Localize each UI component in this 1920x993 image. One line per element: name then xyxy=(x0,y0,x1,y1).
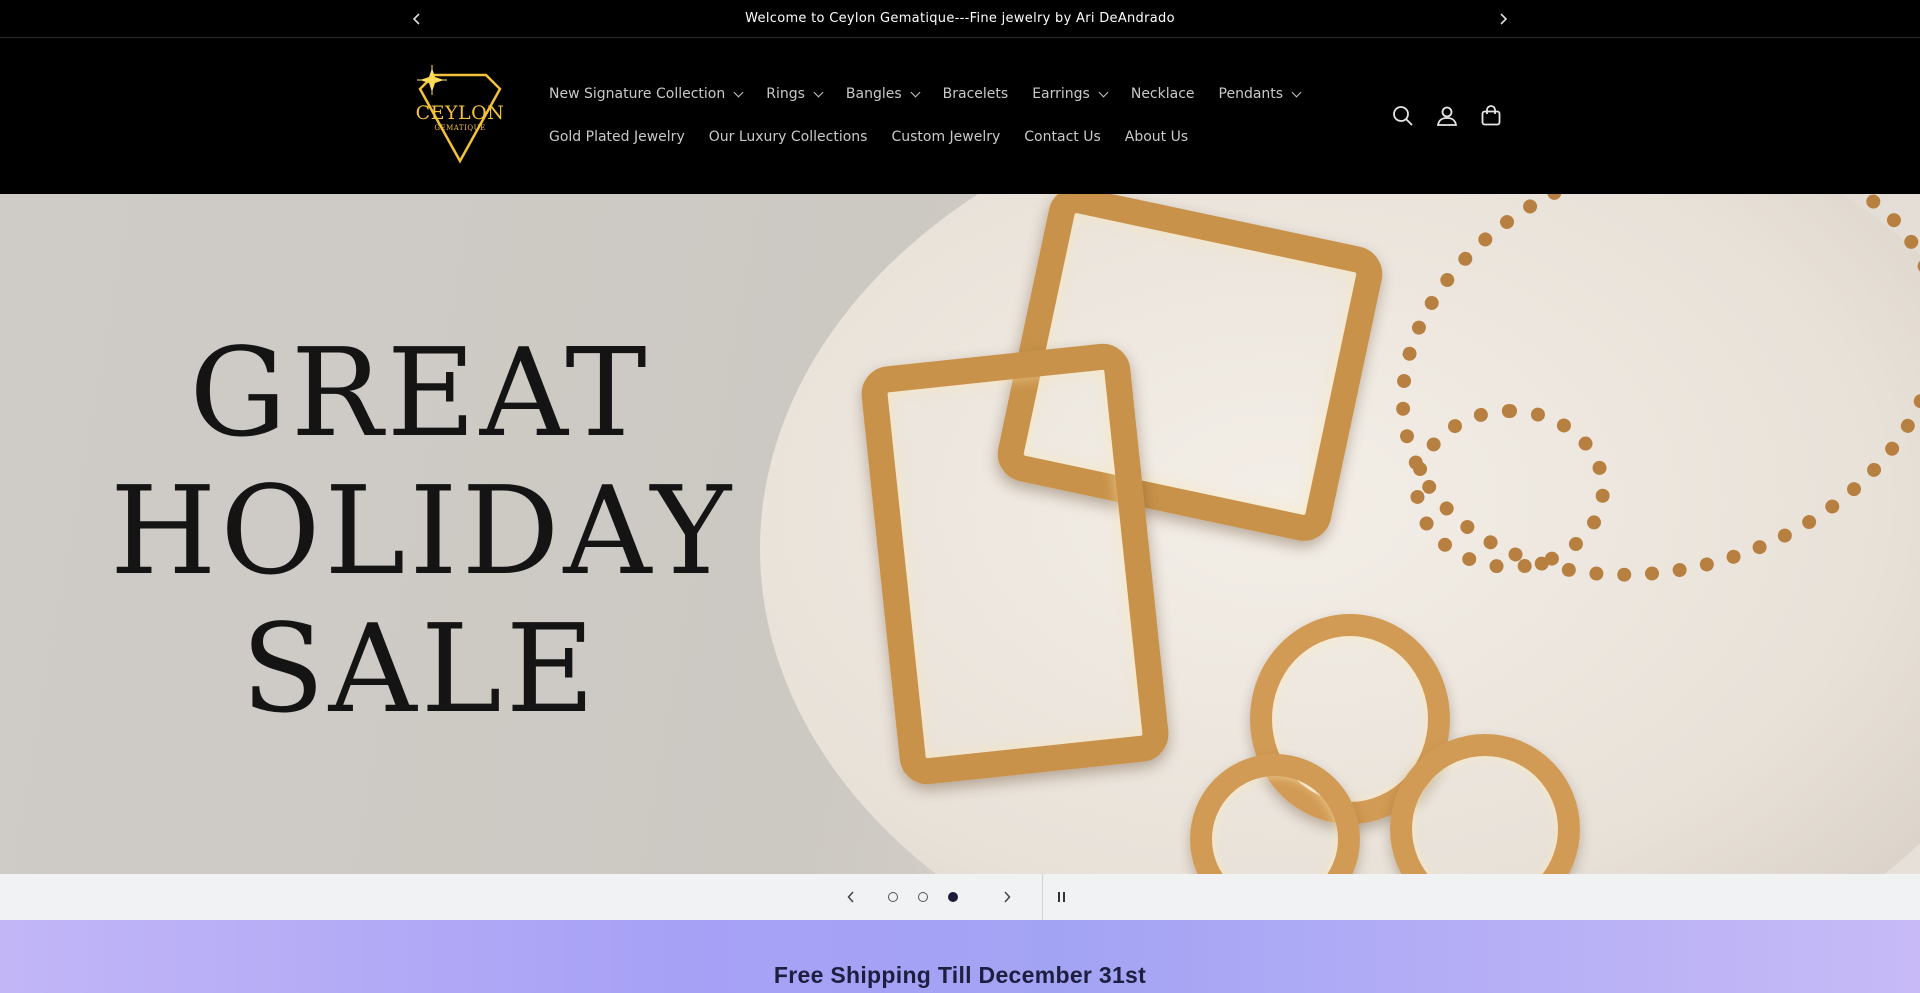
cart-button[interactable] xyxy=(1478,103,1504,129)
nav-label: Bracelets xyxy=(942,86,1009,102)
nav-label: About Us xyxy=(1124,129,1189,145)
nav-pendants[interactable]: Pendants xyxy=(1218,85,1302,103)
slide-next-button[interactable] xyxy=(996,886,1018,908)
nav-label: Necklace xyxy=(1130,86,1195,102)
search-icon xyxy=(1393,106,1413,126)
chevron-down-icon xyxy=(1291,87,1302,97)
slider-divider xyxy=(1042,874,1043,920)
nav-bracelets[interactable]: Bracelets xyxy=(943,85,1009,103)
chevron-down-icon xyxy=(910,87,921,97)
announcement-prev-button[interactable] xyxy=(406,8,428,30)
hero-chain-loop-image xyxy=(1410,404,1610,574)
nav-label: Contact Us xyxy=(1024,129,1101,145)
nav-rings[interactable]: Rings xyxy=(766,85,824,103)
chevron-right-icon xyxy=(1004,891,1011,903)
chevron-down-icon xyxy=(813,87,824,97)
nav-contact-us[interactable]: Contact Us xyxy=(1024,128,1100,146)
pause-icon xyxy=(1062,892,1065,902)
nav-our-luxury-collections[interactable]: Our Luxury Collections xyxy=(709,128,868,146)
announcement-next-button[interactable] xyxy=(1492,8,1514,30)
chevron-left-icon xyxy=(412,13,420,25)
slide-dot-3[interactable] xyxy=(948,892,958,902)
nav-about-us[interactable]: About Us xyxy=(1125,128,1188,146)
slideshow-pause-button[interactable] xyxy=(1052,888,1070,906)
main-nav-row-1: New Signature Collection Rings Bangles B… xyxy=(549,85,1324,103)
slide-dot-2[interactable] xyxy=(918,892,928,902)
chevron-down-icon xyxy=(733,87,744,97)
nav-custom-jewelry[interactable]: Custom Jewelry xyxy=(891,128,1000,146)
hero-line: HOLIDAY xyxy=(110,460,736,602)
logo[interactable]: CEYLON GEMATIQUE xyxy=(410,65,510,167)
nav-necklace[interactable]: Necklace xyxy=(1131,85,1195,103)
header-icons xyxy=(1390,103,1522,129)
nav-bangles[interactable]: Bangles xyxy=(845,85,921,103)
cart-icon xyxy=(1481,105,1501,126)
nav-label: Gold Plated Jewelry xyxy=(549,129,685,145)
hero-headline: GREAT HOLIDAY SALE xyxy=(110,322,736,740)
search-button[interactable] xyxy=(1390,103,1416,129)
hero-earring-image xyxy=(858,341,1172,787)
account-icon xyxy=(1436,106,1458,126)
site-header: CEYLON GEMATIQUE New Signature Collectio… xyxy=(0,39,1920,194)
nav-gold-plated-jewelry[interactable]: Gold Plated Jewelry xyxy=(549,128,685,146)
announcement-text: Welcome to Ceylon Gematique---Fine jewel… xyxy=(745,11,1175,26)
hero-slide[interactable]: GREAT HOLIDAY SALE xyxy=(0,194,1920,874)
chevron-left-icon xyxy=(847,891,854,903)
nav-label: New Signature Collection xyxy=(549,86,726,102)
announcement-bar: Welcome to Ceylon Gematique---Fine jewel… xyxy=(0,0,1920,38)
nav-earrings[interactable]: Earrings xyxy=(1032,85,1109,103)
shipping-banner: Free Shipping Till December 31st xyxy=(0,920,1920,993)
logo-tagline: GEMATIQUE xyxy=(434,124,486,132)
nav-label: Custom Jewelry xyxy=(891,129,1001,145)
chevron-right-icon xyxy=(1500,13,1508,25)
main-nav-row-2: Gold Plated Jewelry Our Luxury Collectio… xyxy=(549,128,1212,146)
chevron-down-icon xyxy=(1098,87,1109,97)
slide-dot-1[interactable] xyxy=(888,892,898,902)
account-button[interactable] xyxy=(1434,103,1460,129)
nav-label: Rings xyxy=(766,86,805,102)
nav-label: Earrings xyxy=(1032,86,1090,102)
logo-name: CEYLON xyxy=(415,102,505,124)
hero-line: GREAT xyxy=(189,322,651,464)
nav-new-signature-collection[interactable]: New Signature Collection xyxy=(549,85,744,103)
shipping-banner-text: Free Shipping Till December 31st xyxy=(773,962,1147,988)
nav-label: Our Luxury Collections xyxy=(708,129,868,145)
nav-label: Bangles xyxy=(845,86,902,102)
slider-controls xyxy=(0,874,1920,920)
nav-label: Pendants xyxy=(1218,86,1284,102)
pause-icon xyxy=(1057,892,1060,902)
hero-line: SALE xyxy=(241,598,599,740)
slide-prev-button[interactable] xyxy=(840,886,862,908)
